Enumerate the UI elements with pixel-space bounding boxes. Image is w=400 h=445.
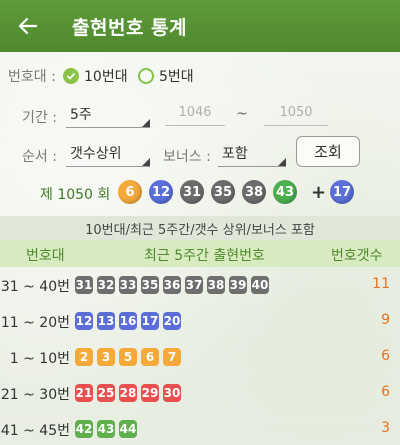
draw-ball: 31	[180, 180, 204, 204]
draw-ball: 6	[118, 180, 142, 204]
table-row[interactable]: 21 ~ 30번 21 25 28 29 30 6	[0, 375, 400, 411]
row-range: 31 ~ 40번	[0, 279, 70, 295]
number-chip: 28	[119, 384, 137, 402]
draw-ball: 38	[242, 180, 266, 204]
row-count: 6	[381, 384, 390, 400]
number-chip: 36	[163, 276, 181, 294]
draw-ball: 12	[149, 180, 173, 204]
to-draw-field[interactable]: 1050	[264, 102, 328, 126]
number-chip: 16	[119, 312, 137, 330]
number-chip: 29	[141, 384, 159, 402]
period-value: 5주	[70, 107, 92, 123]
number-chip: 33	[119, 276, 137, 294]
row-count: 3	[381, 420, 390, 436]
bonus-label: 보너스 :	[163, 149, 211, 165]
number-chip: 13	[97, 312, 115, 330]
number-chip: 42	[75, 420, 93, 438]
header-numbers: 최근 5주간 출현번호	[144, 248, 265, 264]
summary-bar: 10번대/최근 5주간/갯수 상위/보너스 포함	[0, 216, 400, 240]
bonus-ball: 17	[330, 180, 354, 204]
radio-5-band[interactable]: 5번대	[138, 66, 194, 86]
number-chip: 20	[163, 312, 181, 330]
bonus-dropdown[interactable]: 포함	[218, 143, 286, 167]
range-tilde: ~	[236, 106, 248, 122]
number-chip: 37	[185, 276, 203, 294]
number-chip: 38	[207, 276, 225, 294]
header-band: 번호대	[26, 248, 65, 264]
number-chip: 3	[97, 348, 115, 366]
number-chip: 39	[229, 276, 247, 294]
table-row[interactable]: 11 ~ 20번 12 13 16 17 20 9	[0, 303, 400, 339]
number-chip: 6	[141, 348, 159, 366]
number-chip: 31	[75, 276, 93, 294]
header-count: 번호갯수	[331, 248, 383, 264]
row-range: 1 ~ 10번	[9, 351, 70, 367]
search-button[interactable]: 조회	[296, 136, 360, 167]
number-chip: 25	[97, 384, 115, 402]
number-chip: 21	[75, 384, 93, 402]
period-label: 기간 :	[22, 110, 57, 126]
order-dropdown[interactable]: 갯수상위	[66, 143, 150, 167]
row-range: 41 ~ 45번	[0, 423, 70, 439]
table-row[interactable]: 31 ~ 40번 31 32 33 35 36 37 38 39 40 11	[0, 267, 400, 303]
number-chip: 30	[163, 384, 181, 402]
draw-ball: 35	[211, 180, 235, 204]
number-chip: 12	[75, 312, 93, 330]
row-count: 9	[381, 312, 390, 328]
app-header: 출현번호 통계	[0, 0, 400, 52]
number-chip: 40	[251, 276, 269, 294]
number-chip: 7	[163, 348, 181, 366]
bonus-plus: +	[311, 182, 327, 203]
draw-ball: 43	[273, 180, 297, 204]
number-chip: 35	[141, 276, 159, 294]
radio-checked-icon	[63, 68, 79, 84]
row-count: 6	[381, 348, 390, 364]
table-header: 번호대 최근 5주간 출현번호 번호갯수	[0, 240, 400, 267]
radio-10-band[interactable]: 10번대	[63, 66, 128, 86]
number-chip: 43	[97, 420, 115, 438]
latest-draw-label: 제 1050 회	[40, 187, 111, 203]
number-band-label: 번호대 :	[8, 69, 56, 85]
back-arrow-icon[interactable]	[16, 12, 40, 40]
radio-unchecked-icon	[138, 68, 154, 84]
number-chip: 17	[141, 312, 159, 330]
number-chip: 5	[119, 348, 137, 366]
bonus-value: 포함	[222, 146, 248, 162]
number-chip: 32	[97, 276, 115, 294]
order-value: 갯수상위	[70, 146, 122, 162]
dropdown-arrow-icon	[142, 119, 150, 127]
radio-5-band-label: 5번대	[159, 69, 194, 85]
row-count: 11	[372, 276, 390, 292]
row-range: 11 ~ 20번	[0, 315, 70, 331]
period-dropdown[interactable]: 5주	[66, 104, 150, 128]
number-chip: 44	[119, 420, 137, 438]
number-chip: 2	[75, 348, 93, 366]
row-range: 21 ~ 30번	[0, 387, 70, 403]
dropdown-arrow-icon	[142, 158, 150, 166]
order-label: 순서 :	[22, 149, 57, 165]
radio-10-band-label: 10번대	[84, 69, 128, 85]
page-title: 출현번호 통계	[72, 17, 187, 39]
dropdown-arrow-icon	[278, 158, 286, 166]
table-row[interactable]: 41 ~ 45번 42 43 44 3	[0, 411, 400, 445]
table-row[interactable]: 1 ~ 10번 2 3 5 6 7 6	[0, 339, 400, 375]
from-draw-field[interactable]: 1046	[165, 102, 225, 126]
